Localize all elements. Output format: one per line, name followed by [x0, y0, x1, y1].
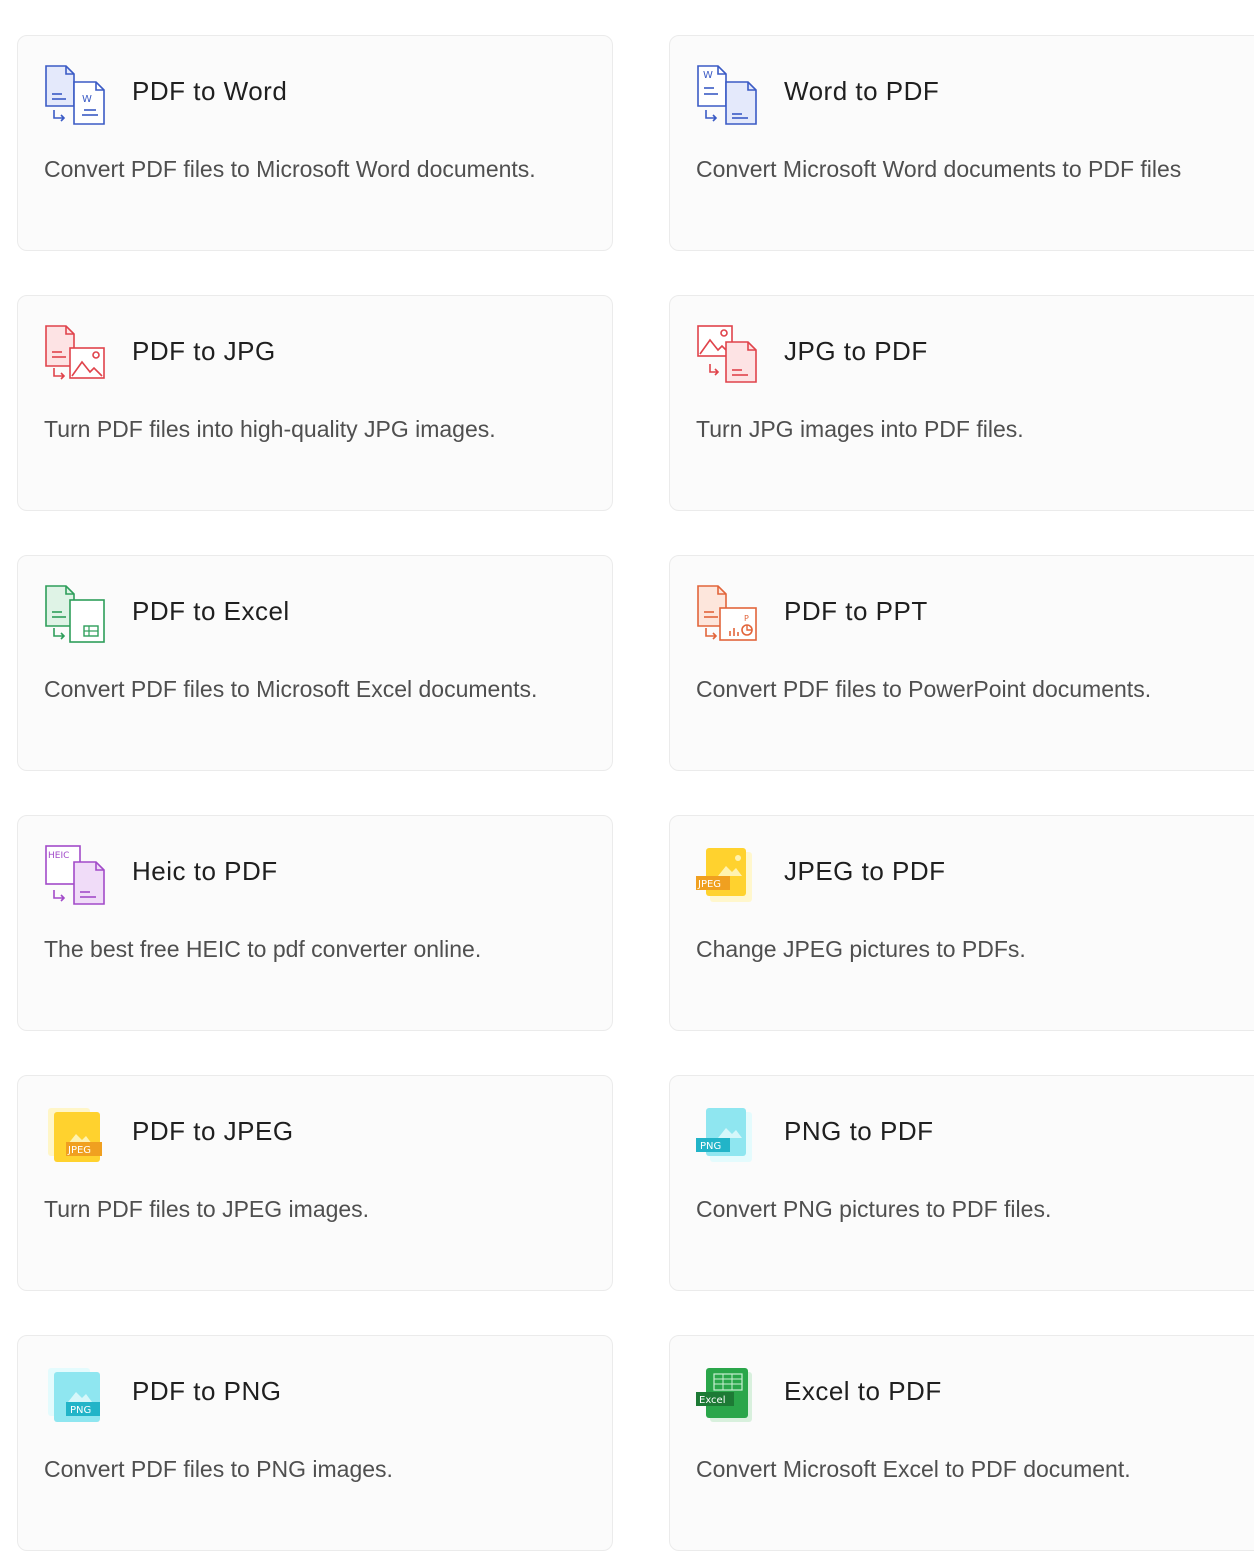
svg-text:HEIC: HEIC	[48, 851, 69, 861]
tool-description: Convert PNG pictures to PDF files.	[696, 1196, 1052, 1222]
pdf-to-excel-icon	[44, 584, 106, 646]
tool-title: PDF to JPEG	[132, 1116, 294, 1146]
tool-title: PNG to PDF	[784, 1116, 934, 1146]
converter-tools-grid: W PDF to Word Convert PDF files to Micro…	[0, 0, 1254, 1568]
jpg-to-pdf-icon	[696, 324, 758, 386]
tool-card-pdf-to-excel[interactable]: PDF to Excel Convert PDF files to Micros…	[17, 555, 613, 771]
tool-card-jpg-to-pdf[interactable]: JPG to PDF Turn JPG images into PDF file…	[669, 295, 1254, 511]
tool-description: Convert PDF files to Microsoft Excel doc…	[44, 676, 538, 702]
word-to-pdf-icon: W	[696, 64, 758, 126]
tool-card-jpeg-to-pdf[interactable]: JPEG JPEG to PDF Change JPEG pictures to…	[669, 815, 1254, 1031]
tool-title: Word to PDF	[784, 76, 940, 106]
tool-title: JPG to PDF	[784, 336, 928, 366]
heic-to-pdf-icon: HEIC	[44, 844, 106, 906]
pdf-to-png-icon: PNG	[44, 1364, 106, 1426]
tool-title: JPEG to PDF	[784, 856, 946, 886]
svg-text:JPEG: JPEG	[697, 879, 721, 890]
tool-title: PDF to PNG	[132, 1376, 282, 1406]
tool-card-excel-to-pdf[interactable]: Excel Excel to PDF Convert Microsoft Exc…	[669, 1335, 1254, 1551]
tool-card-pdf-to-jpg[interactable]: PDF to JPG Turn PDF files into high-qual…	[17, 295, 613, 511]
tool-description: Change JPEG pictures to PDFs.	[696, 936, 1026, 962]
tool-title: PDF to JPG	[132, 336, 276, 366]
svg-text:PNG: PNG	[70, 1405, 91, 1416]
jpeg-to-pdf-icon: JPEG	[696, 844, 758, 906]
tool-description: Convert PDF files to PowerPoint document…	[696, 676, 1152, 702]
png-to-pdf-icon: PNG	[696, 1104, 758, 1166]
tool-description: Turn PDF files to JPEG images.	[44, 1196, 370, 1222]
tool-description: Turn JPG images into PDF files.	[696, 416, 1024, 442]
tool-card-pdf-to-jpeg[interactable]: JPEG PDF to JPEG Turn PDF files to JPEG …	[17, 1075, 613, 1291]
svg-text:W: W	[82, 94, 92, 105]
pdf-to-jpeg-icon: JPEG	[44, 1104, 106, 1166]
tool-title: Excel to PDF	[784, 1376, 942, 1406]
pdf-to-jpg-icon	[44, 324, 106, 386]
tool-description: Convert PDF files to PNG images.	[44, 1456, 393, 1482]
tool-description: Convert PDF files to Microsoft Word docu…	[44, 156, 536, 182]
tool-title: PDF to Excel	[132, 596, 290, 626]
tool-card-pdf-to-ppt[interactable]: P PDF to PPT Convert PDF files to PowerP…	[669, 555, 1254, 771]
svg-text:PNG: PNG	[700, 1141, 721, 1152]
tool-title: PDF to PPT	[784, 596, 928, 626]
svg-text:W: W	[703, 70, 713, 81]
tool-card-png-to-pdf[interactable]: PNG PNG to PDF Convert PNG pictures to P…	[669, 1075, 1254, 1291]
tool-title: Heic to PDF	[132, 856, 278, 886]
tool-description: Convert Microsoft Word documents to PDF …	[696, 156, 1182, 182]
excel-to-pdf-icon: Excel	[696, 1364, 758, 1426]
svg-text:P: P	[744, 614, 749, 623]
svg-text:Excel: Excel	[699, 1395, 726, 1406]
tool-card-pdf-to-word[interactable]: W PDF to Word Convert PDF files to Micro…	[17, 35, 613, 251]
tool-description: Turn PDF files into high-quality JPG ima…	[44, 416, 496, 442]
tool-card-heic-to-pdf[interactable]: HEIC Heic to PDF The best free HEIC to p…	[17, 815, 613, 1031]
tool-title: PDF to Word	[132, 76, 288, 106]
pdf-to-word-icon: W	[44, 64, 106, 126]
pdf-to-ppt-icon: P	[696, 584, 758, 646]
tool-card-pdf-to-png[interactable]: PNG PDF to PNG Convert PDF files to PNG …	[17, 1335, 613, 1551]
tool-description: The best free HEIC to pdf converter onli…	[44, 936, 482, 962]
svg-text:JPEG: JPEG	[67, 1145, 91, 1156]
tool-description: Convert Microsoft Excel to PDF document.	[696, 1456, 1131, 1482]
tool-card-word-to-pdf[interactable]: W Word to PDF Convert Microsoft Word doc…	[669, 35, 1254, 251]
